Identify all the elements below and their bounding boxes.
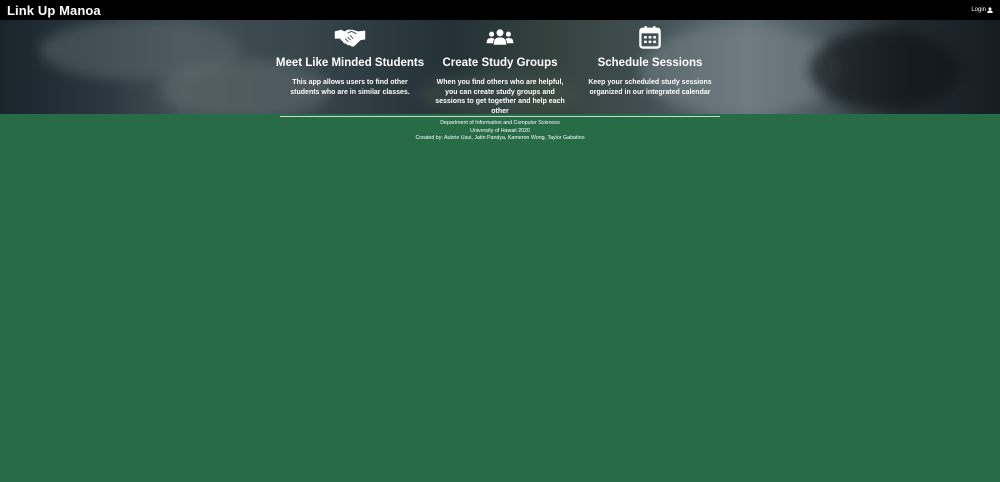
footer-divider <box>280 116 720 117</box>
feature-row: Meet Like Minded Students This app allow… <box>0 20 1000 114</box>
page-footer: Department of Information and Computer S… <box>0 120 1000 143</box>
handshake-icon <box>334 29 366 47</box>
brand-link[interactable]: Link Up Manoa <box>7 3 101 18</box>
footer-university: University of Hawaii 2020 <box>470 127 530 134</box>
login-label: Login <box>971 7 986 13</box>
login-menu[interactable]: Login <box>971 7 993 13</box>
feature-schedule-sessions: Schedule Sessions Keep your scheduled st… <box>575 20 725 97</box>
user-icon <box>987 7 993 13</box>
feature-description: Keep your scheduled study sessions organ… <box>588 79 712 96</box>
feature-title: Meet Like Minded Students <box>275 57 425 69</box>
feature-meet-students: Meet Like Minded Students This app allow… <box>275 20 425 97</box>
feature-title: Create Study Groups <box>442 57 558 69</box>
hero-banner: Meet Like Minded Students This app allow… <box>0 20 1000 114</box>
footer-department: Department of Information and Computer S… <box>440 120 560 126</box>
calendar-icon <box>639 26 661 49</box>
users-icon <box>486 29 514 45</box>
feature-description: When you find others who are helpful, yo… <box>435 79 565 114</box>
footer-credits: Created by: Aubrie Usui, Jatin Pandya, K… <box>415 135 585 142</box>
top-navbar: Link Up Manoa Login <box>0 0 1000 20</box>
feature-description: This app allows users to find other stud… <box>290 79 410 96</box>
feature-title: Schedule Sessions <box>597 57 703 69</box>
feature-study-groups: Create Study Groups When you find others… <box>425 20 575 114</box>
